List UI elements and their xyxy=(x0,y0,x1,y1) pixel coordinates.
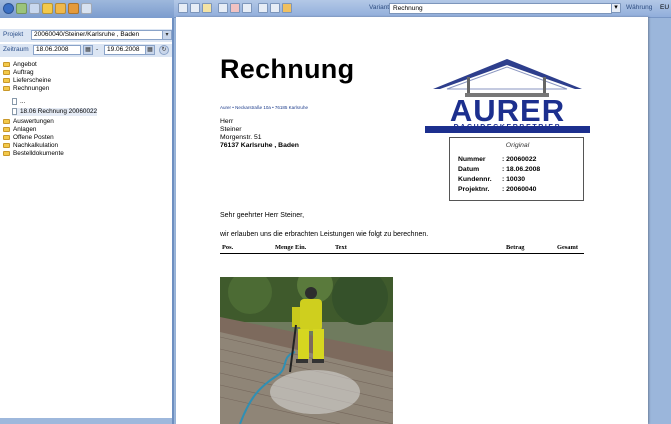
tree-item-label: Anlagen xyxy=(13,126,37,133)
column-header: Text xyxy=(335,244,347,251)
tree-item-label: Nachkalkulation xyxy=(13,142,59,149)
refresh-icon[interactable]: ↻ xyxy=(159,45,169,55)
tree-item[interactable]: Auswertungen xyxy=(3,118,54,126)
left-status-bar xyxy=(0,418,172,424)
edit-icon[interactable] xyxy=(202,3,212,13)
document-title: Rechnung xyxy=(220,54,355,84)
waehrung-value[interactable]: EU xyxy=(660,4,669,11)
calendar-icon[interactable]: ▦ xyxy=(83,45,93,55)
projekt-row: Projekt 20060040/Steiner/Karlsruhe , Bad… xyxy=(0,29,172,42)
tree-item[interactable]: Angebot xyxy=(3,61,37,69)
info-key: Projektnr. xyxy=(458,186,490,193)
tree-item-label: Bestelldokumente xyxy=(13,150,64,157)
logo-subtitle: DACHDECKERBETRIEB xyxy=(453,124,562,131)
info-row-nummer: Nummer : 20060022 xyxy=(458,156,536,163)
roof-cleaning-photo xyxy=(220,277,393,424)
folder-icon xyxy=(3,85,10,91)
tree-item-label: Offene Posten xyxy=(13,134,54,141)
tree-item[interactable]: ... xyxy=(12,98,25,106)
logo-wordmark: AURER xyxy=(449,93,566,128)
waehrung-label: Währung xyxy=(626,4,653,11)
settings-icon[interactable] xyxy=(282,3,292,13)
chevron-down-icon[interactable]: ▾ xyxy=(611,3,621,13)
tree-item-label: ... xyxy=(20,98,26,106)
tree-item[interactable]: Rechnungen xyxy=(3,85,49,93)
address-line: Herr xyxy=(220,118,234,125)
copy-icon[interactable] xyxy=(29,3,40,14)
tree-item[interactable]: Anlagen xyxy=(3,126,36,134)
info-key: Datum xyxy=(458,166,480,173)
tree-item-label: Auftrag xyxy=(13,69,34,76)
tree-item[interactable]: Nachkalkulation xyxy=(3,142,58,150)
greeting: Sehr geehrter Herr Steiner, xyxy=(220,212,305,219)
folder-icon xyxy=(3,118,10,124)
table-header: Pos. Menge Ein. Text Betrag Gesamt xyxy=(220,243,584,254)
folder-icon xyxy=(3,61,10,67)
column-header: Menge Ein. xyxy=(275,244,307,251)
tree-item[interactable]: 18.06 Rechnung 20060022 xyxy=(12,108,98,117)
range-separator: - xyxy=(96,46,99,53)
folder-icon xyxy=(3,150,10,156)
info-value: : 20060022 xyxy=(502,156,537,163)
tree-item-label: 18.06 Rechnung 20060022 xyxy=(20,108,98,116)
grid-icon[interactable] xyxy=(81,3,92,14)
info-key: Nummer xyxy=(458,156,486,163)
tree-item[interactable]: Lieferscheine xyxy=(3,77,51,85)
info-row-projektnr: Projektnr. : 20060040 xyxy=(458,186,536,193)
delete-icon[interactable] xyxy=(230,3,240,13)
info-row-datum: Datum : 18.06.2008 xyxy=(458,166,540,173)
info-value: : 18.06.2008 xyxy=(502,166,541,173)
zeitraum-label: Zeitraum xyxy=(3,46,29,53)
info-value: : 10030 xyxy=(502,176,526,183)
variante-select[interactable]: Rechnung xyxy=(389,3,612,14)
info-key: Kundennr. xyxy=(458,176,492,183)
zoom-out-icon[interactable] xyxy=(218,3,228,13)
info-icon[interactable] xyxy=(3,3,14,14)
intro-text: wir erlauben uns die erbrachten Leistung… xyxy=(220,231,429,238)
left-toolbar xyxy=(0,0,174,18)
folder-icon xyxy=(3,126,10,132)
chevron-down-icon[interactable]: ▾ xyxy=(162,30,172,40)
page-width-icon[interactable] xyxy=(190,3,200,13)
column-header: Gesamt xyxy=(557,244,578,251)
open-folder-icon[interactable] xyxy=(55,3,66,14)
tree-item-label: Rechnungen xyxy=(13,85,50,92)
address-line: Morgenstr. 51 xyxy=(220,134,262,141)
info-box-title: Original xyxy=(505,142,530,149)
navigation-pane: Projekt 20060040/Steiner/Karlsruhe , Bad… xyxy=(0,0,174,424)
tree-item-label: Lieferscheine xyxy=(13,77,52,84)
info-row-kundennr: Kundennr. : 10030 xyxy=(458,176,525,183)
preview-toolbar: Variante Rechnung ▾ Währung EU xyxy=(174,0,671,18)
projekt-label: Projekt xyxy=(3,31,24,38)
folder-icon xyxy=(3,142,10,148)
back-icon[interactable] xyxy=(258,3,268,13)
page-icon[interactable] xyxy=(178,3,188,13)
document-icon xyxy=(12,98,17,105)
info-value: : 20060040 xyxy=(502,186,537,193)
zeitraum-from-input[interactable]: 18.06.2008 xyxy=(33,45,81,55)
folder-icon xyxy=(3,77,10,83)
address-line: 76137 Karlsruhe , Baden xyxy=(220,142,299,149)
tree-item-label: Angebot xyxy=(13,61,37,68)
invoice-info-box: Original Nummer : 20060022 Datum : 18.06.2… xyxy=(449,137,584,201)
folder-icon[interactable] xyxy=(42,3,53,14)
forward-icon[interactable] xyxy=(270,3,280,13)
address-line: Steiner xyxy=(220,126,242,133)
print-icon[interactable] xyxy=(242,3,252,13)
tree-item[interactable]: Bestelldokumente xyxy=(3,150,64,158)
folder-icon xyxy=(3,69,10,75)
document-icon xyxy=(12,108,17,115)
calendar-icon[interactable]: ▦ xyxy=(145,45,155,55)
tree-item[interactable]: Offene Posten xyxy=(3,134,54,142)
edit-folder-icon[interactable] xyxy=(68,3,79,14)
zeitraum-row: Zeitraum 18.06.2008 ▦ - 19.06.2008 ▦ ↻ xyxy=(0,44,172,57)
sender-line: Aurer • Neckarstraße 10a • 76185 Karlsru… xyxy=(220,105,308,110)
tree-item-label: Auswertungen xyxy=(13,118,54,125)
projekt-select[interactable]: 20060040/Steiner/Karlsruhe , Baden xyxy=(31,30,163,40)
folder-icon xyxy=(3,134,10,140)
tree-item[interactable]: Auftrag xyxy=(3,69,34,77)
column-header: Betrag xyxy=(506,244,525,251)
save-icon[interactable] xyxy=(16,3,27,14)
column-header: Pos. xyxy=(222,244,234,251)
